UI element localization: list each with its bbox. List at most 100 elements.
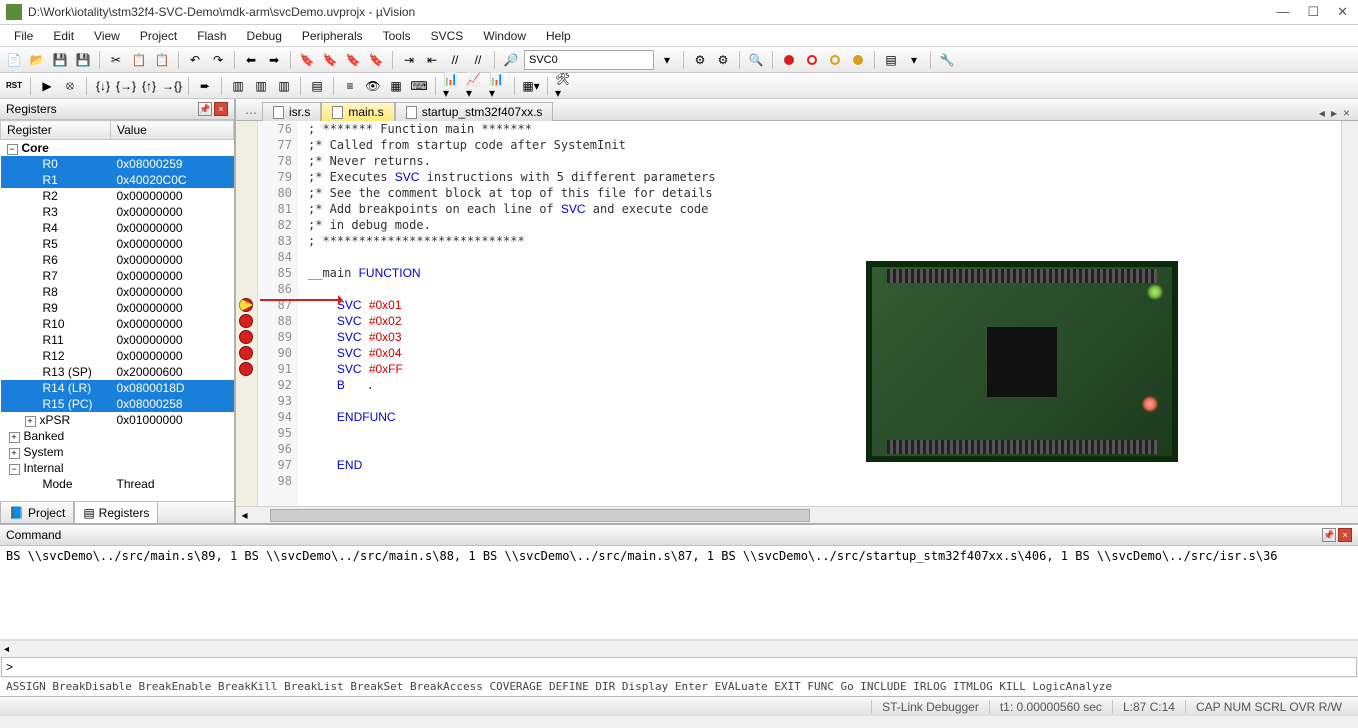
register-row[interactable]: R50x00000000 [1,236,234,252]
editor-tab[interactable]: startup_stm32f407xx.s [395,102,554,121]
breakpoint-marker[interactable] [239,346,253,360]
configure-button[interactable]: 🔧 [937,50,957,70]
tab-nav-right-icon[interactable]: ▸ [1331,106,1337,120]
command-window-button[interactable]: ▥ [228,76,248,96]
watch-window-button[interactable]: 👁 [363,76,383,96]
toolbox-button[interactable]: 🛠▾ [554,76,574,96]
bookmark-button[interactable]: 🔖 [297,50,317,70]
find-in-files-button[interactable]: 🔎 [501,50,521,70]
outdent-button[interactable]: ⇤ [422,50,442,70]
registers-window-button[interactable]: ▤ [307,76,327,96]
call-stack-window-button[interactable]: ≡ [340,76,360,96]
enable-breakpoint-button[interactable] [802,50,822,70]
breakpoint-marker[interactable] [239,362,253,376]
step-out-button[interactable]: {↑} [139,76,159,96]
register-row[interactable]: −Internal [1,460,234,476]
step-over-button[interactable]: {→} [116,76,136,96]
editor-tab[interactable]: isr.s [262,102,321,121]
analysis-window-button-1[interactable]: 📊▾ [442,76,462,96]
stop-button[interactable]: ⦻ [60,76,80,96]
register-row[interactable]: +System [1,444,234,460]
breakpoint-marker[interactable] [239,314,253,328]
register-tree[interactable]: Register Value −CoreR00x08000259R10x4002… [0,120,234,501]
find-combo[interactable]: SVC0 [524,50,654,70]
comment-button[interactable]: // [445,50,465,70]
window-layout-drop[interactable]: ▾ [904,50,924,70]
debug-session-button[interactable]: 🔍 [746,50,766,70]
menu-debug[interactable]: Debug [237,27,292,45]
register-row[interactable]: R110x00000000 [1,332,234,348]
save-all-button[interactable]: 💾 [73,50,93,70]
disable-breakpoint-button[interactable] [825,50,845,70]
register-row[interactable]: ModeThread [1,476,234,492]
reg-col-name[interactable]: Register [1,121,111,140]
tab-overflow-icon[interactable]: ⋯ [240,106,262,120]
panel-close-icon[interactable]: × [1338,528,1352,542]
register-row[interactable]: +xPSR0x01000000 [1,412,234,428]
tab-close-icon[interactable]: × [1343,106,1350,120]
register-row[interactable]: R20x00000000 [1,188,234,204]
breakpoint-margin[interactable] [236,121,258,506]
register-row[interactable]: R70x00000000 [1,268,234,284]
command-output[interactable]: BS \\svcDemo\../src/main.s\89, 1 BS \\sv… [0,546,1358,640]
project-panel-tab[interactable]: 📘Project [0,502,74,523]
menu-file[interactable]: File [4,27,43,45]
menu-svcs[interactable]: SVCS [421,27,474,45]
redo-button[interactable]: ↷ [208,50,228,70]
minimize-button[interactable]: — [1276,4,1289,20]
menu-tools[interactable]: Tools [373,27,421,45]
reg-col-value[interactable]: Value [111,121,234,140]
run-button[interactable]: ▶ [37,76,57,96]
memory-window-button[interactable]: ▦ [386,76,406,96]
register-row[interactable]: R00x08000259 [1,156,234,172]
breakpoint-marker[interactable] [239,330,253,344]
bookmark-prev-button[interactable]: 🔖 [320,50,340,70]
command-h-scrollbar[interactable]: ◂ [0,640,1358,656]
register-row[interactable]: R14 (LR)0x0800018D [1,380,234,396]
code-area[interactable]: ; ******* Function main ******* ;* Calle… [298,121,1341,506]
system-viewer-button[interactable]: ▦▾ [521,76,541,96]
h-scrollbar[interactable]: ◂ [236,506,1358,523]
copy-button[interactable]: 📋 [129,50,149,70]
menu-edit[interactable]: Edit [43,27,84,45]
panel-pin-icon[interactable]: 📌 [1322,528,1336,542]
uncomment-button[interactable]: // [468,50,488,70]
menu-project[interactable]: Project [130,27,187,45]
kill-breakpoints-button[interactable] [848,50,868,70]
command-input[interactable]: > [1,657,1357,677]
indent-button[interactable]: ⇥ [399,50,419,70]
bookmark-clear-button[interactable]: 🔖 [366,50,386,70]
save-button[interactable]: 💾 [50,50,70,70]
nav-fwd-button[interactable]: ➡ [264,50,284,70]
disassembly-window-button[interactable]: ▥ [251,76,271,96]
reset-button[interactable]: RST [4,76,24,96]
register-row[interactable]: R120x00000000 [1,348,234,364]
register-row[interactable]: R40x00000000 [1,220,234,236]
combo-drop-icon[interactable]: ▾ [657,50,677,70]
menu-window[interactable]: Window [473,27,536,45]
register-row[interactable]: R100x00000000 [1,316,234,332]
analysis-window-button-3[interactable]: 📊▾ [488,76,508,96]
register-row[interactable]: −Core [1,140,234,157]
flash-settings-button[interactable]: ⚙ [713,50,733,70]
bookmark-next-button[interactable]: 🔖 [343,50,363,70]
step-into-button[interactable]: {↓} [93,76,113,96]
panel-close-icon[interactable]: × [214,102,228,116]
paste-button[interactable]: 📋 [152,50,172,70]
register-row[interactable]: R10x40020C0C [1,172,234,188]
debug-settings-button[interactable]: ⚙ [690,50,710,70]
menu-view[interactable]: View [84,27,130,45]
maximize-button[interactable]: ☐ [1307,4,1319,20]
close-button[interactable]: ✕ [1337,4,1348,20]
register-row[interactable]: R80x00000000 [1,284,234,300]
new-file-button[interactable]: 📄 [4,50,24,70]
window-layout-button[interactable]: ▤ [881,50,901,70]
register-row[interactable]: R90x00000000 [1,300,234,316]
symbols-window-button[interactable]: ▥ [274,76,294,96]
register-row[interactable]: R13 (SP)0x20000600 [1,364,234,380]
editor-tab[interactable]: main.s [321,102,394,121]
run-to-cursor-button[interactable]: →{} [162,76,182,96]
menu-help[interactable]: Help [536,27,581,45]
show-next-statement-button[interactable]: ➨ [195,76,215,96]
analysis-window-button-2[interactable]: 📈▾ [465,76,485,96]
